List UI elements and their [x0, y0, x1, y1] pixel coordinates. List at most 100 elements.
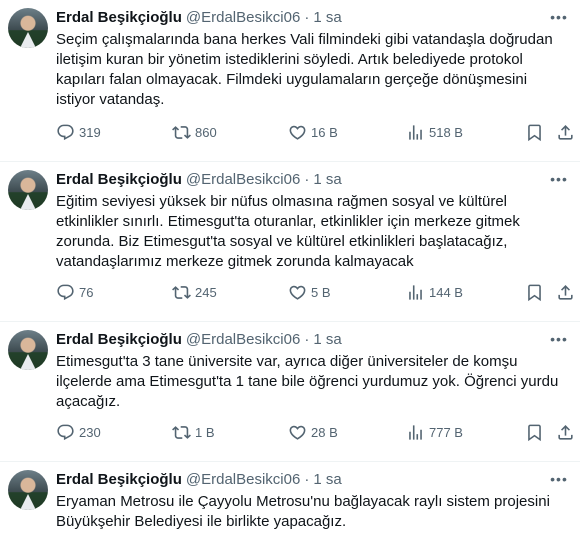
action-bar: 319 860 16 B 518 B: [56, 122, 580, 142]
retweet-button[interactable]: 245: [172, 283, 217, 302]
timestamp[interactable]: 1 sa: [313, 330, 341, 350]
tweet-text: Seçim çalışmalarında bana herkes Vali fi…: [56, 30, 566, 110]
action-bar: 76 245 5 B 144 B: [56, 282, 580, 302]
retweet-icon: [172, 285, 191, 299]
tweet-body: Erdal Beşikçioğlu @ErdalBesikci06 · 1 sa…: [56, 170, 572, 272]
author-name[interactable]: Erdal Beşikçioğlu: [56, 170, 182, 190]
separator: ·: [304, 331, 310, 348]
views-icon: [409, 284, 422, 300]
tweet-text-line: iletişim kuran bir yönetim istediklerini…: [56, 51, 523, 68]
retweet-count: 245: [195, 284, 217, 300]
avatar[interactable]: [8, 8, 48, 48]
tweet-text-line: ilçelerde ama Etimesgut'ta 1 tane bile ö…: [56, 373, 559, 390]
bookmark-button[interactable]: [525, 423, 544, 442]
tweet-text-line: vatandaşlarımız merkeze gitmek zorunda k…: [56, 253, 414, 270]
separator: ·: [304, 171, 310, 188]
tweet-text-line: Eğitim seviyesi yüksek bir nüfus olmasın…: [56, 193, 508, 210]
share-button[interactable]: [556, 283, 575, 302]
reply-button[interactable]: 230: [56, 423, 101, 442]
views-button[interactable]: 518 B: [406, 123, 463, 142]
like-button[interactable]: 28 B: [288, 423, 338, 442]
like-button[interactable]: 16 B: [288, 123, 338, 142]
share-icon: [558, 284, 573, 300]
retweet-count: 860: [195, 124, 217, 140]
tweet-text-line: açacağız.: [56, 393, 121, 410]
tweet-header: Erdal Beşikçioğlu @ErdalBesikci06 · 1 sa: [56, 8, 572, 28]
avatar[interactable]: [8, 170, 48, 210]
tweet[interactable]: Erdal Beşikçioğlu @ErdalBesikci06 · 1 sa…: [0, 162, 580, 322]
separator: ·: [304, 9, 310, 26]
share-button[interactable]: [556, 423, 575, 442]
tweet[interactable]: Erdal Beşikçioğlu @ErdalBesikci06 · 1 sa…: [0, 322, 580, 462]
tweet-text-line: Büyükşehir Belediyesi ile birlikte yapac…: [56, 513, 347, 530]
like-icon: [289, 425, 306, 440]
retweet-button[interactable]: 860: [172, 123, 217, 142]
author-handle[interactable]: @ErdalBesikci06: [186, 330, 300, 350]
bookmark-button[interactable]: [525, 283, 544, 302]
tweet-text-line: Etimesgut'ta 3 tane üniversite var, ayrı…: [56, 353, 518, 370]
tweet-text: Eryaman Metrosu ile Çayyolu Metrosu'nu b…: [56, 492, 566, 532]
like-button[interactable]: 5 B: [288, 283, 331, 302]
like-count: 16 B: [311, 124, 338, 140]
views-button[interactable]: 777 B: [406, 423, 463, 442]
views-icon: [409, 424, 422, 440]
author-handle[interactable]: @ErdalBesikci06: [186, 470, 300, 490]
reply-count: 319: [79, 124, 101, 140]
tweet-text-line: Seçim çalışmalarında bana herkes Vali fi…: [56, 31, 553, 48]
bookmark-button[interactable]: [525, 123, 544, 142]
like-count: 28 B: [311, 424, 338, 440]
author-handle[interactable]: @ErdalBesikci06: [186, 170, 300, 190]
retweet-button[interactable]: 1 B: [172, 423, 215, 442]
reply-button[interactable]: 76: [56, 283, 93, 302]
share-icon: [558, 424, 573, 440]
tweet-text-line: istiyor vatandaş.: [56, 91, 165, 108]
reply-button[interactable]: 319: [56, 123, 101, 142]
tweet[interactable]: Erdal Beşikçioğlu @ErdalBesikci06 · 1 sa…: [0, 462, 580, 538]
reply-icon: [57, 284, 74, 300]
timestamp[interactable]: 1 sa: [313, 470, 341, 490]
tweet-text-line: Eryaman Metrosu ile Çayyolu Metrosu'nu b…: [56, 493, 550, 510]
timestamp[interactable]: 1 sa: [313, 170, 341, 190]
bookmark-icon: [528, 284, 541, 301]
more-icon[interactable]: •••: [548, 6, 570, 28]
tweet-header: Erdal Beşikçioğlu @ErdalBesikci06 · 1 sa: [56, 470, 572, 490]
like-icon: [289, 285, 306, 300]
like-count: 5 B: [311, 284, 331, 300]
views-count: 144 B: [429, 284, 463, 300]
author-handle[interactable]: @ErdalBesikci06: [186, 8, 300, 28]
more-icon[interactable]: •••: [548, 468, 570, 490]
reply-count: 230: [79, 424, 101, 440]
share-icon: [558, 124, 573, 140]
tweet-body: Erdal Beşikçioğlu @ErdalBesikci06 · 1 sa…: [56, 8, 572, 110]
bookmark-icon: [528, 424, 541, 441]
views-count: 777 B: [429, 424, 463, 440]
retweet-icon: [172, 125, 191, 139]
timestamp[interactable]: 1 sa: [313, 8, 341, 28]
reply-count: 76: [79, 284, 94, 300]
tweet-header: Erdal Beşikçioğlu @ErdalBesikci06 · 1 sa: [56, 330, 572, 350]
share-button[interactable]: [556, 123, 575, 142]
reply-icon: [57, 424, 74, 440]
retweet-count: 1 B: [195, 424, 215, 440]
reply-icon: [57, 124, 74, 140]
avatar[interactable]: [8, 470, 48, 510]
tweet-header: Erdal Beşikçioğlu @ErdalBesikci06 · 1 sa: [56, 170, 572, 190]
author-name[interactable]: Erdal Beşikçioğlu: [56, 330, 182, 350]
tweet-text-line: etkinlikler sınırlı. Etimesgut'ta oturan…: [56, 213, 520, 230]
action-bar: 230 1 B 28 B 777 B: [56, 422, 580, 442]
tweet-text: Eğitim seviyesi yüksek bir nüfus olmasın…: [56, 192, 566, 272]
author-name[interactable]: Erdal Beşikçioğlu: [56, 8, 182, 28]
author-name[interactable]: Erdal Beşikçioğlu: [56, 470, 182, 490]
tweet-feed: Erdal Beşikçioğlu @ErdalBesikci06 · 1 sa…: [0, 0, 580, 538]
views-count: 518 B: [429, 124, 463, 140]
avatar[interactable]: [8, 330, 48, 370]
tweet-text: Etimesgut'ta 3 tane üniversite var, ayrı…: [56, 352, 566, 412]
tweet-text-line: kapıları falan olmayacak. Filmdeki uygul…: [56, 71, 528, 88]
views-button[interactable]: 144 B: [406, 283, 463, 302]
more-icon[interactable]: •••: [548, 328, 570, 350]
more-icon[interactable]: •••: [548, 168, 570, 190]
tweet[interactable]: Erdal Beşikçioğlu @ErdalBesikci06 · 1 sa…: [0, 0, 580, 162]
tweet-body: Erdal Beşikçioğlu @ErdalBesikci06 · 1 sa…: [56, 470, 572, 532]
tweet-body: Erdal Beşikçioğlu @ErdalBesikci06 · 1 sa…: [56, 330, 572, 412]
separator: ·: [304, 471, 310, 488]
